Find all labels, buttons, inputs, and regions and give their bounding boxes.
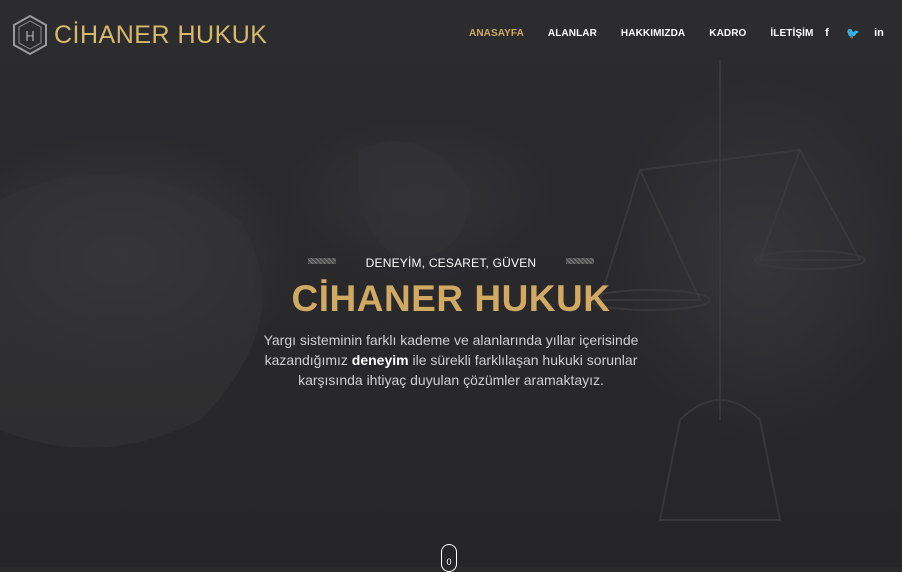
nav-item-hakkimizda[interactable]: HAKKIMIZDA	[621, 28, 685, 39]
brand-name: CİHANER HUKUK	[54, 20, 268, 49]
nav-item-alanlar[interactable]: ALANLAR	[548, 28, 597, 39]
hero-description: Yargı sisteminin farklı kademe ve alanla…	[251, 330, 651, 390]
nav-item-iletisim[interactable]: İLETİŞİM	[770, 28, 813, 39]
brand-logo[interactable]: H CİHANER HUKUK	[12, 14, 267, 56]
social-links: f 🐦 in	[820, 27, 898, 40]
nav-item-kadro[interactable]: KADRO	[709, 28, 746, 39]
logo-emblem-icon: H	[13, 14, 47, 56]
hero-description-emphasis: deneyim	[351, 352, 409, 368]
linkedin-icon[interactable]: in	[872, 27, 886, 40]
facebook-icon[interactable]: f	[820, 27, 834, 40]
svg-text:H: H	[25, 30, 35, 45]
twitter-icon[interactable]: 🐦	[846, 27, 860, 40]
hero-title: CİHANER HUKUK	[291, 278, 611, 319]
nav-item-anasayfa[interactable]: ANASAYFA	[469, 28, 524, 39]
scroll-down-button[interactable]: 0	[441, 544, 457, 572]
tagline-container: DENEYİM, CESARET, GÜVEN	[0, 254, 902, 272]
main-navigation: ANASAYFA ALANLAR HAKKIMIZDA KADRO İLETİŞ…	[469, 28, 837, 39]
hero-tagline: DENEYİM, CESARET, GÜVEN	[365, 256, 537, 270]
